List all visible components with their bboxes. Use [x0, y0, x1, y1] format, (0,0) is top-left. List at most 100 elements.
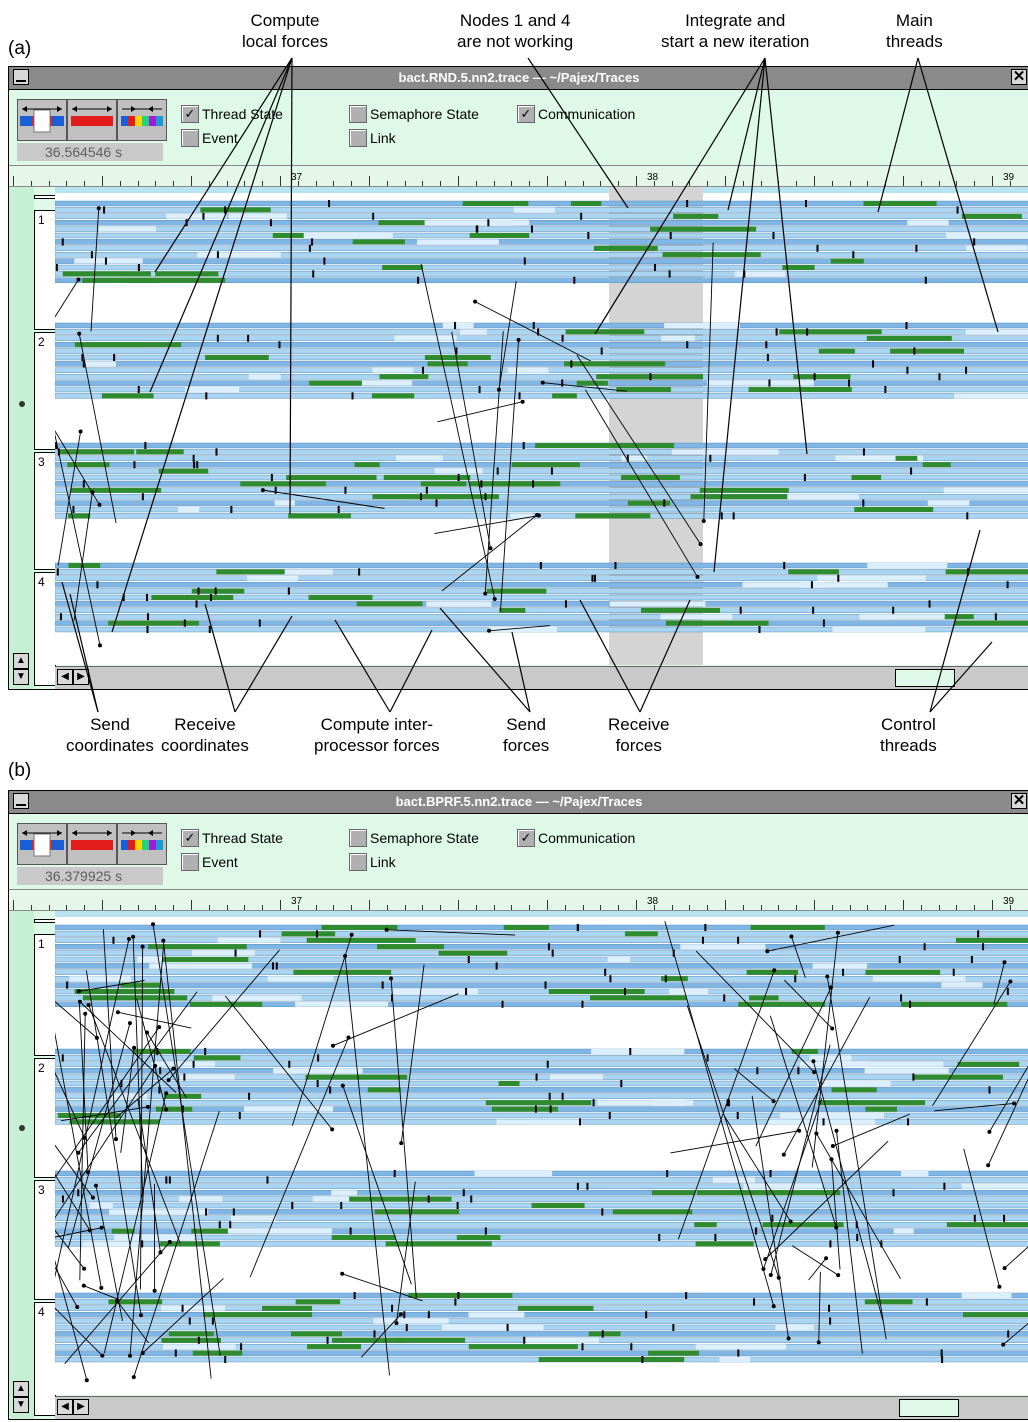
node-collapsed-marker[interactable] — [34, 919, 56, 923]
event-mark — [224, 1356, 227, 1363]
ruler-tick — [119, 905, 121, 910]
event-mark — [141, 1240, 144, 1248]
event-mark — [578, 1118, 581, 1126]
state-segment — [695, 1344, 787, 1350]
event-mark — [211, 1317, 214, 1325]
node-4-label[interactable]: 4 — [34, 1302, 56, 1416]
arrow-origin-dot — [788, 1219, 793, 1224]
event-mark — [551, 949, 554, 957]
arrow-origin-dot — [76, 989, 81, 994]
semaphore-state-checkbox[interactable] — [349, 829, 367, 847]
arrow-origin-dot — [161, 938, 166, 943]
thread-state-bar — [55, 995, 1028, 1001]
event-mark — [609, 975, 612, 983]
event-mark — [629, 1048, 632, 1055]
ruler-tick — [84, 905, 86, 910]
window-title: bact.BPRF.5.nn2.trace — ~/Pajex/Traces — [395, 794, 643, 809]
state-segment — [961, 1293, 1012, 1298]
event-mark — [197, 1336, 200, 1344]
event-mark — [829, 1240, 832, 1248]
annotation-pointer-line — [389, 629, 433, 713]
event-mark — [898, 956, 901, 963]
colors-tool-button[interactable] — [117, 823, 167, 865]
ruler-tick — [582, 905, 584, 910]
state-segment — [408, 1293, 513, 1298]
arrow-origin-dot — [81, 1283, 86, 1288]
ruler-tick — [938, 905, 940, 910]
state-segment — [331, 1235, 396, 1240]
event-mark — [248, 1092, 251, 1100]
state-segment — [955, 937, 1028, 943]
scroll-up-icon[interactable]: ▲ — [13, 1381, 29, 1397]
state-segment — [69, 976, 131, 982]
event-mark — [624, 988, 626, 995]
node-2-label[interactable]: 2 — [34, 1058, 56, 1178]
close-icon[interactable]: ✕ — [1011, 793, 1027, 809]
scroll-down-icon[interactable]: ▼ — [13, 1397, 29, 1413]
ruler-tick — [493, 905, 495, 910]
state-segment — [149, 963, 253, 969]
event-mark — [349, 1227, 352, 1235]
arrow-origin-dot — [99, 1225, 104, 1230]
node-3-label[interactable]: 3 — [34, 1180, 56, 1300]
event-mark — [704, 924, 707, 931]
ruler-tick — [226, 905, 228, 910]
zoom-tool-button[interactable] — [67, 823, 117, 865]
horizontal-scrollbar[interactable]: ◀ ▶ — [55, 1396, 1028, 1419]
state-segment — [946, 1222, 1028, 1228]
scroll-right-icon[interactable]: ▶ — [73, 1399, 89, 1415]
expand-tool-button[interactable] — [17, 823, 67, 865]
event-mark — [909, 1000, 912, 1008]
scroll-left-icon[interactable]: ◀ — [57, 1399, 73, 1415]
event-mark — [988, 1086, 991, 1094]
state-segment — [624, 931, 658, 937]
event-mark — [769, 1170, 772, 1177]
event-mark — [672, 1324, 675, 1331]
state-segment — [731, 1177, 756, 1183]
state-segment — [812, 963, 868, 969]
vertical-scroll-thumb[interactable] — [19, 1125, 25, 1131]
state-segment — [227, 1228, 332, 1234]
state-segment — [900, 1171, 929, 1176]
horizontal-scroll-thumb[interactable] — [899, 1399, 959, 1417]
event-mark — [753, 1298, 756, 1306]
gantt-chart — [55, 911, 1028, 1383]
thread-state-bar — [55, 1234, 1028, 1241]
event-mark — [484, 1227, 487, 1235]
event-checkbox[interactable] — [181, 853, 199, 871]
event-mark — [982, 943, 985, 951]
state-segment — [695, 1241, 754, 1247]
event-mark — [576, 924, 579, 931]
ruler-tick — [618, 905, 620, 910]
ruler-tick — [333, 905, 335, 910]
arrow-origin-dot — [100, 1353, 105, 1358]
event-mark — [907, 1118, 910, 1126]
ruler-tick — [796, 905, 798, 910]
arrow-origin-dot — [82, 1266, 87, 1271]
state-segment — [817, 1100, 926, 1106]
annotation-pointer-line — [69, 593, 99, 713]
state-segment — [588, 1331, 621, 1337]
ruler-tick — [351, 905, 353, 910]
annotation-pointers — [61, 57, 999, 713]
arrow-origin-dot — [1008, 979, 1013, 984]
annotation-pointer-line — [917, 57, 999, 333]
link-checkbox[interactable] — [349, 853, 367, 871]
trace-area[interactable] — [55, 911, 1028, 1395]
expand-icon — [20, 830, 64, 857]
annotation-pointer-line — [929, 529, 981, 713]
event-mark — [737, 936, 740, 944]
communication-arrow — [791, 1245, 839, 1276]
arrow-origin-dot — [86, 1003, 91, 1008]
state-segment — [697, 1190, 791, 1196]
node-1-label[interactable]: 1 — [34, 934, 56, 1056]
thread-state-checkbox[interactable]: ✓ — [181, 829, 199, 847]
state-segment — [864, 1068, 949, 1074]
state-segment — [648, 1350, 699, 1356]
ruler-tick — [102, 900, 103, 910]
state-segment — [203, 1312, 313, 1318]
communication-checkbox[interactable]: ✓ — [517, 829, 535, 847]
event-mark — [586, 1182, 589, 1190]
thread-state-bar — [55, 1087, 1028, 1093]
event-mark — [1006, 988, 1009, 995]
